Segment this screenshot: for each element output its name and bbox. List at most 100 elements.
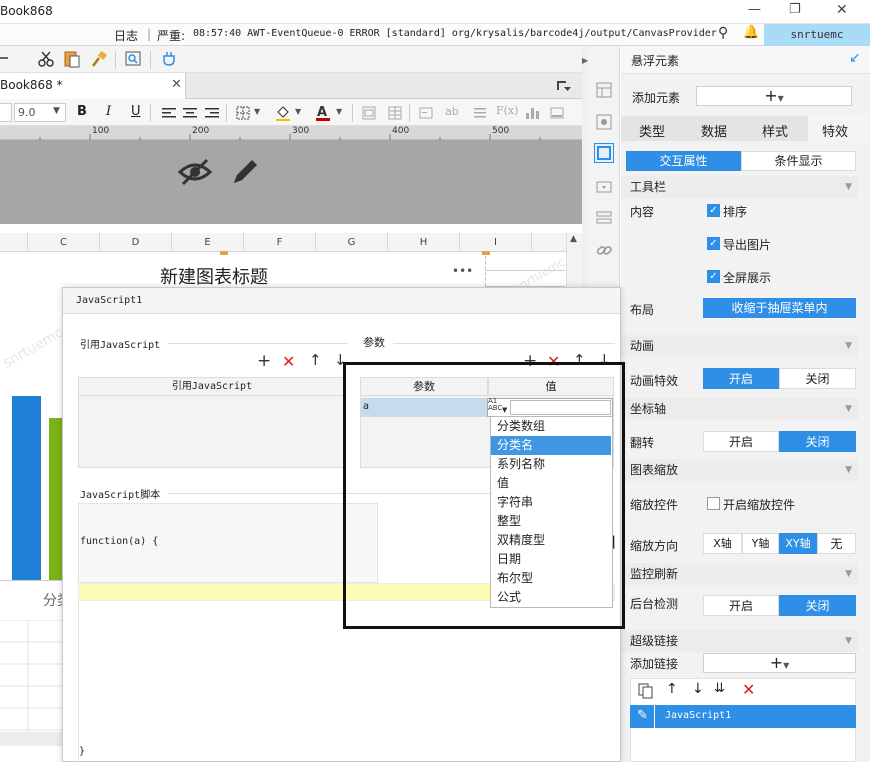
zoom-control-checkbox[interactable] xyxy=(707,497,720,510)
bg-check-off-button[interactable]: 关闭 xyxy=(779,595,856,616)
animation-off-button[interactable]: 关闭 xyxy=(779,368,856,389)
horizontal-scrollbar[interactable] xyxy=(0,732,62,746)
maximize-button[interactable]: ❐ xyxy=(789,2,801,17)
column-header[interactable]: G xyxy=(316,233,388,252)
layout-select[interactable]: 收缩于抽屉菜单内 xyxy=(703,298,856,318)
animation-on-button[interactable]: 开启 xyxy=(703,368,779,389)
user-account[interactable]: snrtuemc xyxy=(764,24,870,46)
edit-pencil-icon[interactable] xyxy=(228,155,262,189)
list-icon[interactable] xyxy=(470,103,490,123)
subtab-interaction[interactable]: 交互属性 xyxy=(626,151,741,171)
widget-icon[interactable] xyxy=(594,177,614,197)
paste-icon[interactable] xyxy=(62,49,82,69)
section-axis[interactable]: 坐标轴 ▼ xyxy=(621,398,858,420)
move-bottom-icon[interactable]: ⇊ xyxy=(714,681,725,696)
column-header[interactable]: C xyxy=(28,233,100,252)
hide-eye-icon[interactable] xyxy=(177,157,213,187)
add-link-button[interactable]: +▼ xyxy=(703,653,856,673)
toolbar-edge-icon[interactable] xyxy=(0,49,10,69)
delete-ref-icon[interactable]: ✕ xyxy=(282,352,295,371)
checkbox-sort[interactable]: ✓ xyxy=(707,204,720,217)
formula-icon[interactable]: F(x) xyxy=(496,104,518,117)
add-ref-icon[interactable]: + xyxy=(257,351,271,371)
section-toolbar[interactable]: 工具栏 ▼ xyxy=(621,176,858,198)
zoom-x-button[interactable]: X轴 xyxy=(703,533,742,554)
tab-menu-icon[interactable] xyxy=(556,78,572,94)
bg-check-on-button[interactable]: 开启 xyxy=(703,595,779,616)
section-hyperlink[interactable]: 超级链接 ▼ xyxy=(621,630,858,652)
flip-on-button[interactable]: 开启 xyxy=(703,431,779,452)
bell-icon[interactable]: 🔔 xyxy=(743,25,759,40)
fill-dropdown-icon[interactable]: ▼ xyxy=(295,107,301,116)
move-down-icon[interactable]: ↓ xyxy=(692,681,704,697)
border-icon[interactable] xyxy=(233,103,253,123)
move-ref-up-icon[interactable]: ↑ xyxy=(309,351,322,369)
zoom-none-button[interactable]: 无 xyxy=(817,533,856,554)
chart-bar[interactable] xyxy=(12,396,41,580)
column-header[interactable]: F xyxy=(244,233,316,252)
tab-data[interactable]: 数据 xyxy=(701,121,727,140)
font-name-field[interactable] xyxy=(0,103,12,122)
column-header[interactable]: E xyxy=(172,233,244,252)
checkbox-fullscreen[interactable]: ✓ xyxy=(707,270,720,283)
image-icon[interactable] xyxy=(547,103,567,123)
border-dropdown-icon[interactable]: ▼ xyxy=(254,107,260,116)
column-header[interactable]: I xyxy=(460,233,532,252)
align-left-icon[interactable] xyxy=(159,103,179,123)
merge-cells-icon[interactable] xyxy=(359,103,379,123)
section-monitor[interactable]: 监控刷新 ▼ xyxy=(621,563,858,585)
column-header[interactable]: H xyxy=(388,233,460,252)
close-window-button[interactable]: ✕ xyxy=(836,2,848,18)
fill-color-icon[interactable] xyxy=(273,103,293,123)
font-color-dropdown-icon[interactable]: ▼ xyxy=(336,107,342,116)
log-label[interactable]: 日志 xyxy=(114,27,138,44)
italic-button[interactable]: I xyxy=(106,104,111,119)
text-style-icon[interactable]: ab xyxy=(445,105,459,118)
link-icon[interactable] xyxy=(594,240,614,260)
cut-icon[interactable] xyxy=(36,49,56,69)
move-up-icon[interactable]: ↑ xyxy=(666,681,678,697)
zoom-xy-button[interactable]: XY轴 xyxy=(779,533,817,554)
flip-off-button[interactable]: 关闭 xyxy=(779,431,856,452)
float-element-icon[interactable] xyxy=(594,143,614,163)
chart-icon[interactable] xyxy=(522,103,542,123)
link-item[interactable]: ✎ JavaScript1 xyxy=(630,705,856,728)
zoom-y-button[interactable]: Y轴 xyxy=(742,533,779,554)
cell-element-icon[interactable] xyxy=(594,112,614,132)
font-size-select[interactable]: 9.0 ▼ xyxy=(14,103,66,122)
format-painter-icon[interactable] xyxy=(89,49,109,69)
chart-title[interactable]: 新建图表标题 xyxy=(160,263,268,289)
chart-more-icon[interactable]: ••• xyxy=(452,264,473,278)
search-icon[interactable]: ⚲ xyxy=(718,25,728,41)
align-center-icon[interactable] xyxy=(180,103,200,123)
minimize-button[interactable]: — xyxy=(748,2,761,17)
column-header[interactable]: D xyxy=(100,233,172,252)
plugin-icon[interactable] xyxy=(159,49,179,69)
edit-pencil-icon[interactable]: ✎ xyxy=(637,708,648,723)
script-editor[interactable]: function(a) { xyxy=(78,503,378,583)
document-tab[interactable]: Book868 * ✕ xyxy=(0,73,186,99)
subtab-condition[interactable]: 条件显示 xyxy=(741,151,856,171)
preview-icon[interactable] xyxy=(123,49,143,69)
section-zoom[interactable]: 图表缩放 ▼ xyxy=(621,459,858,481)
script-line[interactable]: function(a) { xyxy=(80,536,158,547)
table-icon[interactable] xyxy=(385,103,405,123)
font-color-icon[interactable]: A xyxy=(313,103,333,123)
page-setting-icon[interactable] xyxy=(594,208,614,228)
copy-link-icon[interactable] xyxy=(638,683,654,699)
tab-style[interactable]: 样式 xyxy=(762,121,788,140)
text-box-icon[interactable] xyxy=(416,103,436,123)
chart-bar[interactable] xyxy=(49,418,62,580)
align-right-icon[interactable] xyxy=(202,103,222,123)
cell-attr-icon[interactable] xyxy=(594,80,614,100)
ref-js-table-body[interactable] xyxy=(78,396,346,468)
scroll-up-icon[interactable]: ▲ xyxy=(570,234,577,244)
tab-type[interactable]: 类型 xyxy=(639,121,665,140)
bold-button[interactable]: B xyxy=(77,104,87,119)
checkbox-export[interactable]: ✓ xyxy=(707,237,720,250)
script-line[interactable]: } xyxy=(79,746,85,757)
close-tab-icon[interactable]: ✕ xyxy=(171,77,182,92)
tab-effects[interactable]: 特效 xyxy=(822,121,848,140)
add-element-button[interactable]: +▼ xyxy=(696,86,852,106)
underline-button[interactable]: U xyxy=(131,104,141,119)
